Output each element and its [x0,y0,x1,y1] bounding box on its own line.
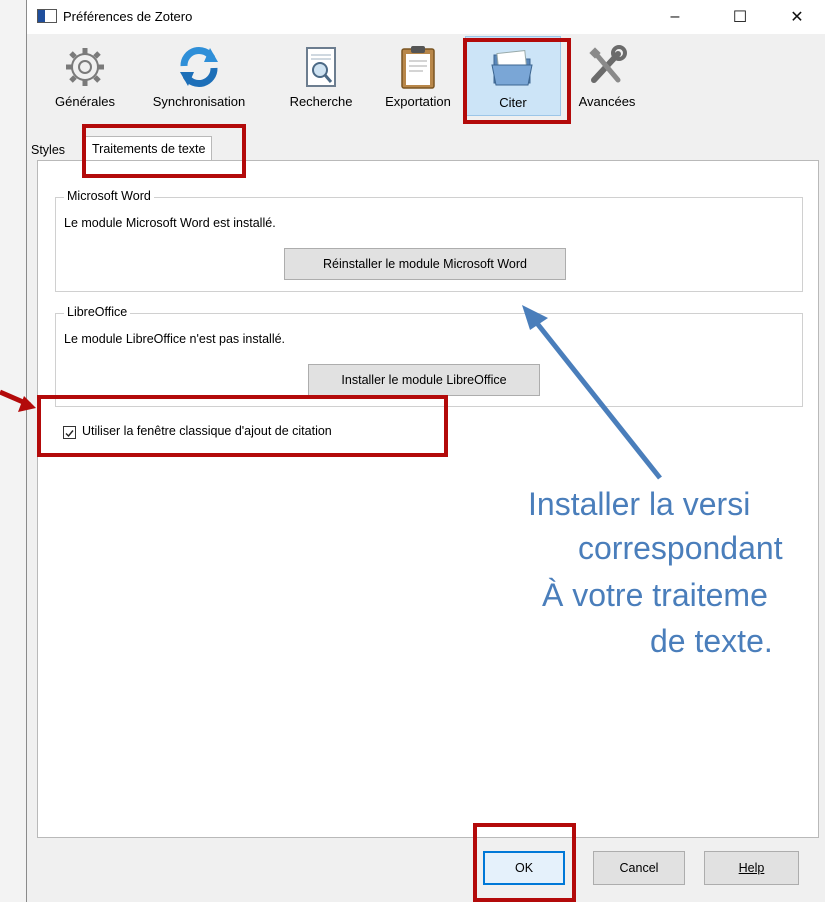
annotation-line-4: de texte. [650,623,773,659]
blue-arrow [522,305,662,480]
annotation-line-1: Installer la versi [528,486,751,522]
annotation-line-2: correspondant [578,530,783,566]
annotation-line-3: À votre traiteme [542,577,768,613]
annotation-arrows [0,305,662,480]
red-arrow [0,389,36,412]
